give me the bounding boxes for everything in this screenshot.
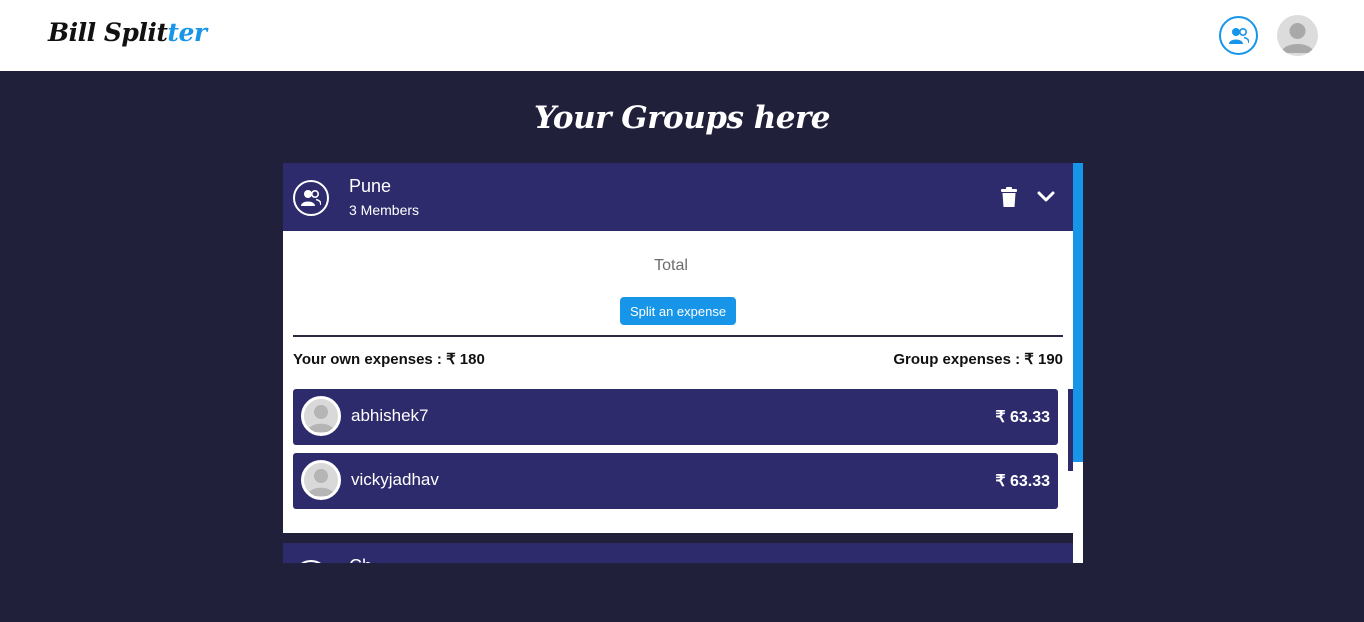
delete-group-button[interactable] (1000, 187, 1018, 208)
divider (293, 335, 1063, 337)
group-details: Total Split an expense Your own expenses… (283, 231, 1073, 533)
members-list: abhishek7 ₹ 63.33 vickyjadhav ₹ 63.33 (293, 389, 1073, 523)
member-name: vickyjadhav (351, 470, 439, 489)
own-expenses: Your own expenses : ₹ 180 (293, 351, 485, 368)
navbar: Bill Splitter (0, 0, 1364, 71)
groups-panel: Pune 3 Members Total Split an expense Yo… (283, 163, 1083, 563)
member-avatar (301, 396, 341, 436)
profile-avatar-icon (1281, 23, 1314, 53)
group-avatar (293, 560, 329, 563)
member-row[interactable]: abhishek7 ₹ 63.33 (293, 389, 1058, 445)
brand-text-main: Bill Split (48, 18, 168, 47)
group-name: Pune (349, 176, 392, 196)
group-header[interactable]: Ch (283, 543, 1073, 563)
user-group-icon (1228, 27, 1249, 44)
group-expenses: Group expenses : ₹ 190 (893, 351, 1063, 368)
user-group-icon (301, 189, 321, 206)
group-header[interactable]: Pune 3 Members (283, 163, 1073, 231)
split-expense-button[interactable]: Split an expense (620, 297, 736, 325)
profile-avatar-button[interactable] (1277, 15, 1318, 56)
group-card: Ch (283, 543, 1073, 563)
member-name: abhishek7 (351, 406, 429, 425)
total-label: Total (654, 257, 688, 274)
member-avatar (301, 460, 341, 500)
group-card: Pune 3 Members Total Split an expense Yo… (283, 163, 1073, 533)
chevron-down-icon (1037, 191, 1055, 202)
groups-nav-button[interactable] (1219, 16, 1258, 55)
profile-avatar-icon (307, 405, 335, 432)
profile-avatar-icon (307, 469, 335, 496)
trash-icon (1001, 187, 1017, 207)
expand-group-button[interactable] (1036, 189, 1056, 205)
groups-scrollbar-thumb[interactable] (1073, 163, 1083, 462)
group-members-count: 3 Members (349, 202, 420, 218)
member-amount: ₹ 63.33 (995, 473, 1050, 490)
brand-text-accent: ter (167, 18, 207, 47)
member-row[interactable]: vickyjadhav ₹ 63.33 (293, 453, 1058, 509)
brand-logo[interactable]: Bill Splitter (48, 18, 207, 47)
group-name: Ch (349, 556, 372, 563)
group-avatar (293, 180, 329, 216)
page-title: Your Groups here (533, 100, 831, 136)
member-amount: ₹ 63.33 (995, 409, 1050, 426)
